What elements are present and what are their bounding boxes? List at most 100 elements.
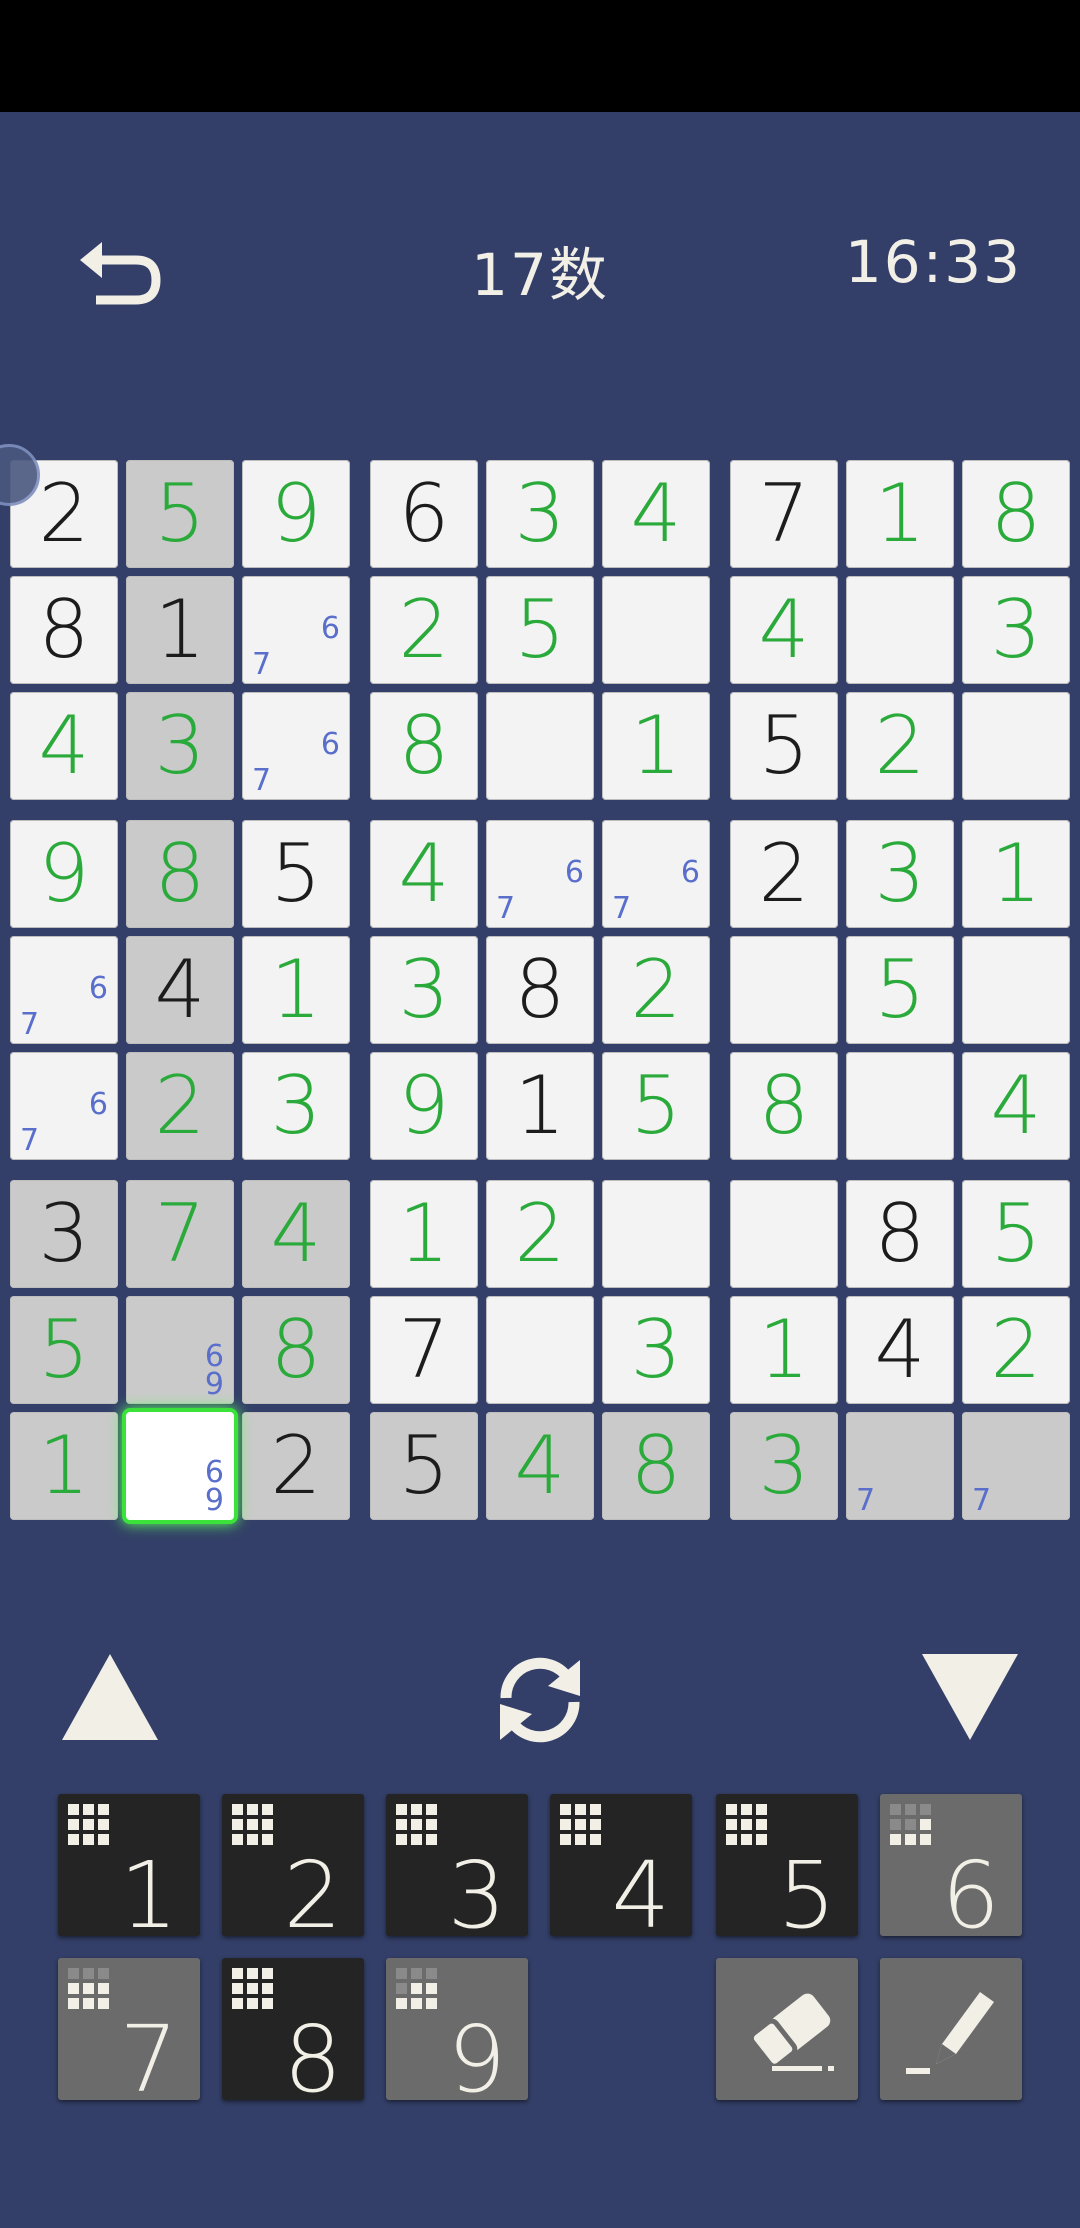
- grid-cell-r5c6[interactable]: 2: [602, 936, 710, 1044]
- grid-cell-r4c9[interactable]: 1: [962, 820, 1070, 928]
- grid-cell-r6c4[interactable]: 9: [370, 1052, 478, 1160]
- grid-cell-r7c3[interactable]: 4: [242, 1180, 350, 1288]
- grid-cell-r5c8[interactable]: 5: [846, 936, 954, 1044]
- grid-cell-r5c7[interactable]: [730, 936, 838, 1044]
- grid-cell-r8c6[interactable]: 3: [602, 1296, 710, 1404]
- grid-cell-r8c2[interactable]: 69: [126, 1296, 234, 1404]
- key-2[interactable]: 2: [222, 1794, 364, 1942]
- grid-cell-r7c2[interactable]: 7: [126, 1180, 234, 1288]
- grid-cell-r6c9[interactable]: 4: [962, 1052, 1070, 1160]
- grid-cell-r1c3[interactable]: 9: [242, 460, 350, 568]
- grid-cell-r6c1[interactable]: 67: [10, 1052, 118, 1160]
- grid-cell-r2c1[interactable]: 8: [10, 576, 118, 684]
- grid-cell-r7c4[interactable]: 1: [370, 1180, 478, 1288]
- grid-cell-r3c1[interactable]: 4: [10, 692, 118, 800]
- grid-cell-r4c5[interactable]: 67: [486, 820, 594, 928]
- grid-cell-r6c2[interactable]: 2: [126, 1052, 234, 1160]
- grid-cell-r1c9[interactable]: 8: [962, 460, 1070, 568]
- grid-cell-r2c2[interactable]: 1: [126, 576, 234, 684]
- grid-cell-r1c8[interactable]: 1: [846, 460, 954, 568]
- grid-cell-r5c2[interactable]: 4: [126, 936, 234, 1044]
- grid-cell-r7c1[interactable]: 3: [10, 1180, 118, 1288]
- grid-cell-r9c9[interactable]: 7: [962, 1412, 1070, 1520]
- grid-cell-r6c5[interactable]: 1: [486, 1052, 594, 1160]
- grid-cell-r9c4[interactable]: 5: [370, 1412, 478, 1520]
- grid-cell-r5c9[interactable]: [962, 936, 1070, 1044]
- grid-cell-r2c5[interactable]: 5: [486, 576, 594, 684]
- grid-cell-r9c6[interactable]: 8: [602, 1412, 710, 1520]
- grid-cell-r2c9[interactable]: 3: [962, 576, 1070, 684]
- grid-cell-r3c8[interactable]: 2: [846, 692, 954, 800]
- grid-cell-r1c5[interactable]: 3: [486, 460, 594, 568]
- grid-cell-r8c3[interactable]: 8: [242, 1296, 350, 1404]
- eraser-button[interactable]: [716, 1958, 858, 2100]
- key-4[interactable]: 4: [550, 1794, 692, 1942]
- grid-cell-r6c7[interactable]: 8: [730, 1052, 838, 1160]
- grid-cell-r2c6[interactable]: [602, 576, 710, 684]
- mini-grid-icon: [396, 1804, 442, 1850]
- grid-cell-r4c1[interactable]: 9: [10, 820, 118, 928]
- grid-cell-r6c8[interactable]: [846, 1052, 954, 1160]
- key-1[interactable]: 1: [58, 1794, 200, 1942]
- cell-value: 8: [38, 583, 90, 676]
- grid-cell-r8c8[interactable]: 4: [846, 1296, 954, 1404]
- grid-cell-r9c3[interactable]: 2: [242, 1412, 350, 1520]
- grid-cell-r3c3[interactable]: 67: [242, 692, 350, 800]
- grid-cell-r6c3[interactable]: 3: [242, 1052, 350, 1160]
- cell-value: 4: [990, 1059, 1042, 1152]
- grid-cell-r8c9[interactable]: 2: [962, 1296, 1070, 1404]
- grid-cell-r3c7[interactable]: 5: [730, 692, 838, 800]
- cell-value: 5: [270, 827, 322, 920]
- grid-cell-r8c7[interactable]: 1: [730, 1296, 838, 1404]
- grid-cell-r8c1[interactable]: 5: [10, 1296, 118, 1404]
- grid-cell-r3c6[interactable]: 1: [602, 692, 710, 800]
- grid-cell-r9c7[interactable]: 3: [730, 1412, 838, 1520]
- grid-cell-r8c4[interactable]: 7: [370, 1296, 478, 1404]
- grid-cell-r9c2[interactable]: 69: [126, 1412, 234, 1520]
- grid-cell-r3c5[interactable]: [486, 692, 594, 800]
- grid-cell-r7c9[interactable]: 5: [962, 1180, 1070, 1288]
- key-9[interactable]: 9: [386, 1958, 528, 2106]
- grid-cell-r3c4[interactable]: 8: [370, 692, 478, 800]
- grid-cell-r2c8[interactable]: [846, 576, 954, 684]
- grid-cell-r4c3[interactable]: 5: [242, 820, 350, 928]
- grid-cell-r7c6[interactable]: [602, 1180, 710, 1288]
- grid-cell-r1c4[interactable]: 6: [370, 460, 478, 568]
- grid-cell-r1c6[interactable]: 4: [602, 460, 710, 568]
- grid-cell-r3c2[interactable]: 3: [126, 692, 234, 800]
- grid-cell-r5c4[interactable]: 3: [370, 936, 478, 1044]
- grid-cell-r5c3[interactable]: 1: [242, 936, 350, 1044]
- pencil-note: 7: [496, 891, 516, 926]
- triangle-up-icon[interactable]: [62, 1654, 158, 1740]
- grid-cell-r5c1[interactable]: 67: [10, 936, 118, 1044]
- grid-cell-r2c4[interactable]: 2: [370, 576, 478, 684]
- grid-cell-r4c7[interactable]: 2: [730, 820, 838, 928]
- grid-cell-r5c5[interactable]: 8: [486, 936, 594, 1044]
- cell-value: 2: [270, 1419, 322, 1512]
- key-8[interactable]: 8: [222, 1958, 364, 2106]
- grid-cell-r4c6[interactable]: 67: [602, 820, 710, 928]
- grid-cell-r9c1[interactable]: 1: [10, 1412, 118, 1520]
- key-5[interactable]: 5: [716, 1794, 858, 1942]
- grid-cell-r6c6[interactable]: 5: [602, 1052, 710, 1160]
- grid-cell-r1c7[interactable]: 7: [730, 460, 838, 568]
- grid-cell-r1c2[interactable]: 5: [126, 460, 234, 568]
- grid-cell-r2c3[interactable]: 67: [242, 576, 350, 684]
- grid-cell-r4c4[interactable]: 4: [370, 820, 478, 928]
- triangle-down-icon[interactable]: [922, 1654, 1018, 1740]
- grid-cell-r4c8[interactable]: 3: [846, 820, 954, 928]
- grid-cell-r8c5[interactable]: [486, 1296, 594, 1404]
- grid-cell-r9c5[interactable]: 4: [486, 1412, 594, 1520]
- key-6[interactable]: 6: [880, 1794, 1022, 1942]
- grid-cell-r3c9[interactable]: [962, 692, 1070, 800]
- grid-cell-r7c7[interactable]: [730, 1180, 838, 1288]
- key-3[interactable]: 3: [386, 1794, 528, 1942]
- pencil-button[interactable]: [880, 1958, 1022, 2100]
- grid-cell-r2c7[interactable]: 4: [730, 576, 838, 684]
- grid-cell-r4c2[interactable]: 8: [126, 820, 234, 928]
- grid-cell-r7c5[interactable]: 2: [486, 1180, 594, 1288]
- grid-cell-r9c8[interactable]: 7: [846, 1412, 954, 1520]
- grid-cell-r7c8[interactable]: 8: [846, 1180, 954, 1288]
- key-7[interactable]: 7: [58, 1958, 200, 2106]
- refresh-icon[interactable]: [488, 1650, 592, 1750]
